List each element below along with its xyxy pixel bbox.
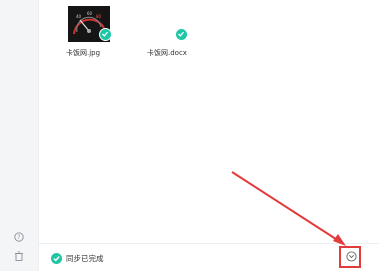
file-item-docx[interactable]: 卡饭网.docx <box>144 6 194 62</box>
svg-text:80: 80 <box>96 14 102 19</box>
help-icon[interactable]: ? <box>14 232 24 242</box>
sidebar: ? <box>0 0 39 271</box>
svg-text:40: 40 <box>76 14 82 19</box>
file-area: 40 60 80 卡饭网.jpg 卡饭网.docx <box>39 0 379 271</box>
highlight-box <box>339 246 361 268</box>
synced-check-icon <box>175 28 188 41</box>
synced-check-icon <box>99 28 112 41</box>
file-name: 卡饭网.docx <box>147 49 187 57</box>
status-bar: 同步已完成 <box>39 243 379 272</box>
check-circle-icon <box>51 253 62 264</box>
sync-status-text: 同步已完成 <box>66 254 104 263</box>
svg-text:60: 60 <box>87 11 93 16</box>
file-item-jpg[interactable]: 40 60 80 卡饭网.jpg <box>66 6 112 62</box>
trash-icon[interactable] <box>14 251 24 261</box>
file-name: 卡饭网.jpg <box>66 49 101 57</box>
svg-text:?: ? <box>17 234 20 241</box>
